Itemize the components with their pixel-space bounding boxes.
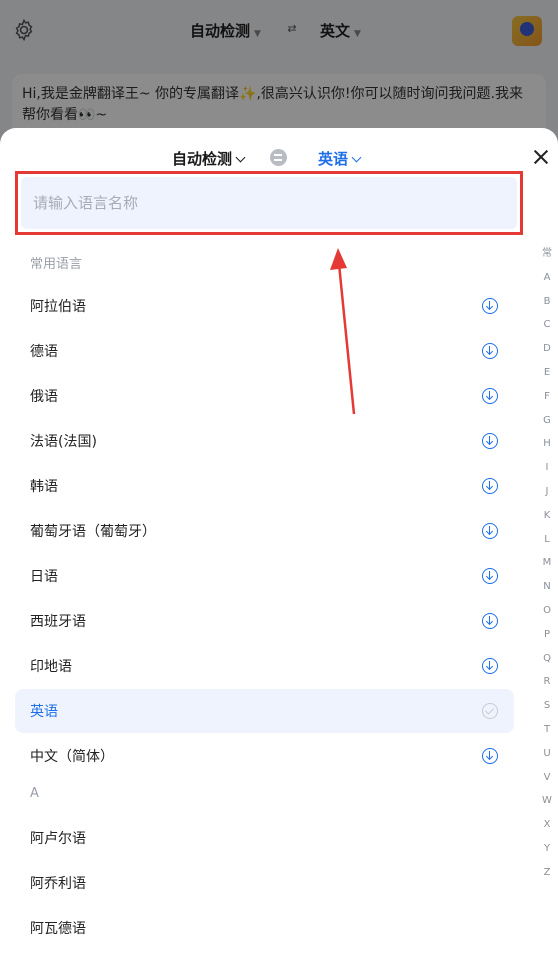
list-item[interactable]: 中文（简体）	[15, 734, 514, 778]
download-icon[interactable]	[482, 613, 498, 629]
index-letter[interactable]: F	[536, 385, 558, 409]
index-letter[interactable]: L	[536, 528, 558, 552]
download-icon[interactable]	[482, 298, 498, 314]
download-icon[interactable]	[482, 523, 498, 539]
list-item[interactable]: 西班牙语	[15, 599, 514, 643]
index-letter[interactable]: O	[536, 599, 558, 623]
index-letter[interactable]: Y	[536, 837, 558, 861]
download-icon[interactable]	[482, 388, 498, 404]
index-letter[interactable]: C	[536, 313, 558, 337]
list-item[interactable]: 日语	[15, 554, 514, 598]
language-search-input[interactable]	[21, 177, 517, 229]
download-icon[interactable]	[482, 343, 498, 359]
index-letter[interactable]: P	[536, 623, 558, 647]
index-letter[interactable]: Z	[536, 861, 558, 885]
index-letter[interactable]: I	[536, 456, 558, 480]
source-language-selector[interactable]: 自动检测	[172, 148, 246, 169]
list-item[interactable]: 葡萄牙语（葡萄牙）	[15, 509, 514, 553]
index-letter[interactable]: G	[536, 409, 558, 433]
close-icon[interactable]	[532, 148, 550, 166]
search-highlight-box	[15, 171, 523, 235]
index-letter[interactable]: D	[536, 337, 558, 361]
download-icon[interactable]	[482, 748, 498, 764]
index-letter[interactable]: K	[536, 504, 558, 528]
download-icon[interactable]	[482, 433, 498, 449]
index-letter[interactable]: H	[536, 432, 558, 456]
index-letter[interactable]: E	[536, 361, 558, 385]
list-item[interactable]: 法语(法国)	[15, 419, 514, 463]
index-letter[interactable]: B	[536, 290, 558, 314]
language-picker-sheet: 自动检测 英语 常用语言 阿拉伯语 德语 俄语 法语(法国) 韩语 葡萄牙语（葡…	[0, 128, 558, 974]
index-letter[interactable]: J	[536, 480, 558, 504]
download-icon[interactable]	[482, 658, 498, 674]
list-item-selected[interactable]: 英语	[15, 689, 514, 733]
section-header-a: A	[30, 786, 39, 801]
index-letter[interactable]: X	[536, 813, 558, 837]
index-letter[interactable]: A	[536, 266, 558, 290]
index-letter[interactable]: Q	[536, 647, 558, 671]
list-item[interactable]: 阿乔利语	[15, 861, 514, 905]
index-letter[interactable]: T	[536, 718, 558, 742]
section-header-common: 常用语言	[30, 257, 83, 272]
list-item[interactable]: 阿瓦德语	[15, 906, 514, 950]
index-letter[interactable]: 常	[536, 242, 558, 266]
list-item[interactable]: 阿拉伯语	[15, 284, 514, 328]
swap-languages-icon[interactable]	[270, 149, 287, 166]
list-item[interactable]: 韩语	[15, 464, 514, 508]
list-item[interactable]: 德语	[15, 329, 514, 373]
list-item[interactable]: 阿卢尔语	[15, 816, 514, 860]
target-language-selector[interactable]: 英语	[318, 148, 362, 169]
index-letter[interactable]: R	[536, 670, 558, 694]
alphabet-index[interactable]: 常 A B C D E F G H I J K L M N O P Q R S …	[536, 242, 558, 885]
index-letter[interactable]: M	[536, 551, 558, 575]
index-letter[interactable]: W	[536, 789, 558, 813]
chevron-down-icon	[351, 152, 362, 163]
download-icon[interactable]	[482, 568, 498, 584]
list-item[interactable]: 印地语	[15, 644, 514, 688]
list-item[interactable]: 俄语	[15, 374, 514, 418]
chevron-down-icon	[235, 152, 246, 163]
index-letter[interactable]: S	[536, 694, 558, 718]
index-letter[interactable]: V	[536, 766, 558, 790]
checkmark-icon	[482, 703, 498, 719]
download-icon[interactable]	[482, 478, 498, 494]
index-letter[interactable]: N	[536, 575, 558, 599]
index-letter[interactable]: U	[536, 742, 558, 766]
